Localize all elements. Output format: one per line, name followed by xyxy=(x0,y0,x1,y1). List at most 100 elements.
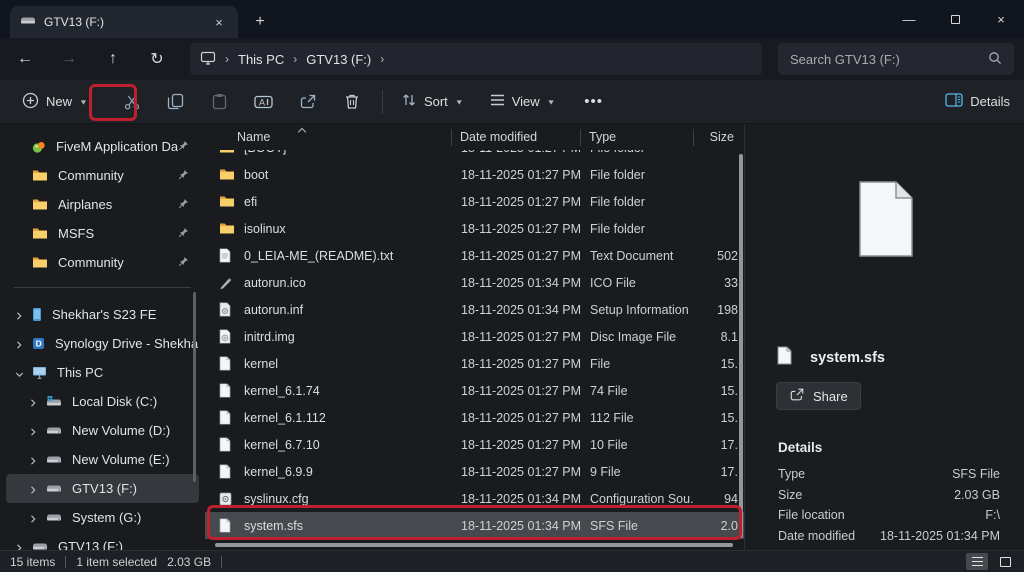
svg-text:A: A xyxy=(259,97,265,107)
sidebar-tree-item[interactable]: New Volume (E:) xyxy=(6,445,199,474)
minimize-button[interactable]: — xyxy=(886,3,932,35)
chevron-icon[interactable] xyxy=(14,338,24,353)
cut-button[interactable] xyxy=(110,85,154,119)
file-row[interactable]: efi 18-11-2025 01:27 PM File folder xyxy=(205,188,744,215)
sidebar-tree-item[interactable]: This PC xyxy=(6,358,199,387)
title-bar: GTV13 (F:) × + — × xyxy=(0,0,1024,38)
disc-image-icon xyxy=(219,329,235,345)
paste-button[interactable] xyxy=(198,85,242,119)
file-preview-icon xyxy=(858,180,914,263)
copy-button[interactable] xyxy=(154,85,198,119)
sidebar-scrollbar[interactable] xyxy=(193,292,196,482)
file-icon xyxy=(219,464,235,480)
sidebar-tree-item[interactable]: D Synology Drive - Shekhar-NA xyxy=(6,329,199,358)
tab-close-icon[interactable]: × xyxy=(210,13,228,31)
drive-icon xyxy=(32,541,48,550)
main-area: FiveM Application Data Community Airplan… xyxy=(0,124,1024,550)
maximize-button[interactable] xyxy=(932,3,978,35)
share-button[interactable] xyxy=(286,85,330,119)
horizontal-scrollbar[interactable] xyxy=(215,543,733,547)
column-header-name[interactable]: Name xyxy=(205,130,451,144)
file-row[interactable]: autorun.ico 18-11-2025 01:34 PM ICO File… xyxy=(205,269,744,296)
column-header-date-modified[interactable]: Date modified xyxy=(452,130,580,144)
file-type: File folder xyxy=(581,222,694,236)
sidebar-tree-item[interactable]: GTV13 (F:) xyxy=(6,474,199,503)
vertical-scrollbar[interactable] xyxy=(739,154,743,538)
file-name: efi xyxy=(244,195,257,209)
sidebar-pinned-item[interactable]: Airplanes xyxy=(6,190,199,219)
more-options-icon[interactable]: ••• xyxy=(572,85,616,119)
file-name: kernel_6.7.10 xyxy=(244,438,320,452)
new-button[interactable]: New ▼ xyxy=(12,85,98,119)
sidebar-tree-item[interactable]: Shekhar's S23 FE xyxy=(6,300,199,329)
chevron-icon[interactable] xyxy=(28,483,38,498)
search-icon xyxy=(988,51,1002,68)
up-button[interactable]: ↑ xyxy=(94,44,132,74)
file-row[interactable]: 0_LEIA-ME_(README).txt 18-11-2025 01:27 … xyxy=(205,242,744,269)
file-icon xyxy=(219,437,235,453)
sidebar-tree-item[interactable]: New Volume (D:) xyxy=(6,416,199,445)
column-header-size[interactable]: Size xyxy=(694,130,740,144)
details-view-toggle[interactable] xyxy=(966,553,988,570)
folder-icon xyxy=(219,150,235,156)
selection-count: 1 item selected xyxy=(76,555,157,569)
close-button[interactable]: × xyxy=(978,3,1024,35)
share-button-label: Share xyxy=(813,389,848,404)
delete-button[interactable] xyxy=(330,85,374,119)
sidebar-tree-item[interactable]: System (G:) xyxy=(6,503,199,532)
file-row[interactable]: kernel 18-11-2025 01:27 PM File 15. xyxy=(205,350,744,377)
thumbnail-view-toggle[interactable] xyxy=(994,553,1016,570)
svg-text:D: D xyxy=(36,339,42,349)
file-row[interactable]: boot 18-11-2025 01:27 PM File folder xyxy=(205,161,744,188)
file-name: syslinux.cfg xyxy=(244,492,309,506)
file-row[interactable]: kernel_6.7.10 18-11-2025 01:27 PM 10 Fil… xyxy=(205,431,744,458)
sidebar-pinned-item[interactable]: Community xyxy=(6,161,199,190)
column-header-type[interactable]: Type xyxy=(581,130,693,144)
refresh-button[interactable]: ↻ xyxy=(138,44,176,74)
explorer-tab[interactable]: GTV13 (F:) × xyxy=(10,6,238,38)
file-size: 198 xyxy=(694,303,738,317)
chevron-icon[interactable] xyxy=(14,309,24,324)
breadcrumb-this-pc[interactable]: This PC xyxy=(238,52,284,67)
folder-icon xyxy=(32,227,48,240)
sidebar-pinned-item[interactable]: Community xyxy=(6,248,199,277)
rename-button[interactable]: A xyxy=(242,85,286,119)
share-file-button[interactable]: Share xyxy=(776,382,861,410)
sidebar-pinned-item[interactable]: FiveM Application Data xyxy=(6,132,199,161)
new-tab-button[interactable]: + xyxy=(248,10,272,34)
file-row[interactable]: system.sfs 18-11-2025 01:34 PM SFS File … xyxy=(205,512,744,539)
file-row[interactable]: isolinux 18-11-2025 01:27 PM File folder xyxy=(205,215,744,242)
search-input[interactable]: Search GTV13 (F:) xyxy=(778,43,1014,75)
sidebar-pinned-item[interactable]: MSFS xyxy=(6,219,199,248)
file-type: ICO File xyxy=(581,276,694,290)
file-row[interactable]: syslinux.cfg 18-11-2025 01:34 PM Configu… xyxy=(205,485,744,512)
chevron-icon[interactable] xyxy=(28,425,38,440)
sidebar-tree-item[interactable]: GTV13 (F:) xyxy=(6,532,199,550)
file-icon xyxy=(219,356,235,372)
file-row[interactable]: kernel_6.1.112 18-11-2025 01:27 PM 112 F… xyxy=(205,404,744,431)
details-toggle-button[interactable]: Details xyxy=(945,93,1010,110)
drive-icon xyxy=(46,483,62,494)
details-heading: Details xyxy=(778,440,822,455)
file-type: 112 File xyxy=(581,411,694,425)
file-size: 94 xyxy=(694,492,738,506)
chevron-icon[interactable] xyxy=(28,512,38,527)
breadcrumb-drive[interactable]: GTV13 (F:) xyxy=(306,52,371,67)
file-row[interactable]: initrd.img 18-11-2025 01:27 PM Disc Imag… xyxy=(205,323,744,350)
file-type: File folder xyxy=(581,150,694,155)
forward-button[interactable]: → xyxy=(50,44,88,74)
chevron-icon[interactable] xyxy=(28,454,38,469)
chevron-icon[interactable] xyxy=(28,396,38,411)
back-button[interactable]: ← xyxy=(6,44,44,74)
chevron-icon[interactable] xyxy=(12,370,27,380)
sort-button[interactable]: Sort ▼ xyxy=(391,85,474,119)
file-row[interactable]: kernel_6.9.9 18-11-2025 01:27 PM 9 File … xyxy=(205,458,744,485)
sidebar-tree-item[interactable]: Local Disk (C:) xyxy=(6,387,199,416)
view-button[interactable]: View ▼ xyxy=(480,85,566,119)
file-row[interactable]: autorun.inf 18-11-2025 01:34 PM Setup In… xyxy=(205,296,744,323)
chevron-icon[interactable] xyxy=(14,541,24,550)
file-list: Name Date modified Type Size [BOOT] 18-1… xyxy=(205,124,744,550)
file-row[interactable]: [BOOT] 18-11-2025 01:27 PM File folder xyxy=(205,150,744,161)
file-row[interactable]: kernel_6.1.74 18-11-2025 01:27 PM 74 Fil… xyxy=(205,377,744,404)
breadcrumb[interactable]: › This PC › GTV13 (F:) › xyxy=(190,43,762,75)
